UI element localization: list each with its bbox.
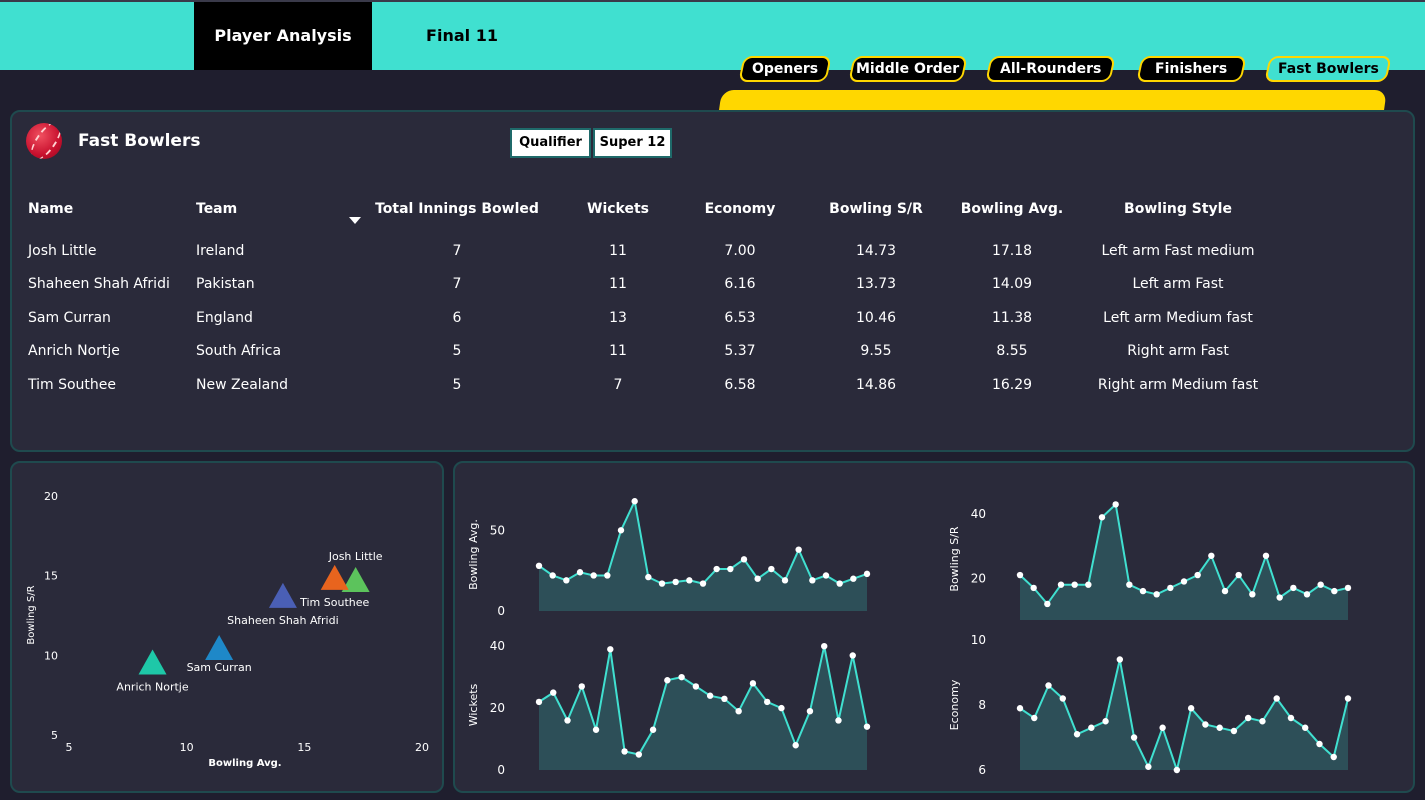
x-tick-label: 5 bbox=[66, 741, 73, 754]
line-charts-panel bbox=[453, 461, 1415, 793]
x-axis-label: Bowling Avg. bbox=[208, 758, 281, 769]
scatter-point[interactable] bbox=[320, 564, 349, 590]
point-label: Sam Curran bbox=[187, 661, 252, 674]
y-tick-label: 5 bbox=[51, 729, 58, 742]
point-label: Shaheen Shah Afridi bbox=[227, 614, 338, 627]
y-tick-label: 15 bbox=[44, 570, 58, 583]
point-label: Tim Southee bbox=[299, 596, 369, 609]
scatter-point[interactable] bbox=[138, 649, 167, 675]
y-axis-label: Bowling S/R bbox=[26, 585, 37, 644]
x-tick-label: 15 bbox=[297, 741, 311, 754]
point-label: Josh Little bbox=[328, 550, 383, 563]
scatter-point[interactable] bbox=[268, 582, 297, 608]
y-tick-label: 20 bbox=[44, 490, 58, 503]
x-tick-label: 10 bbox=[180, 741, 194, 754]
scatter-point[interactable] bbox=[205, 635, 234, 661]
x-tick-label: 20 bbox=[415, 741, 429, 754]
point-label: Anrich Nortje bbox=[116, 681, 188, 694]
y-tick-label: 10 bbox=[44, 649, 58, 662]
